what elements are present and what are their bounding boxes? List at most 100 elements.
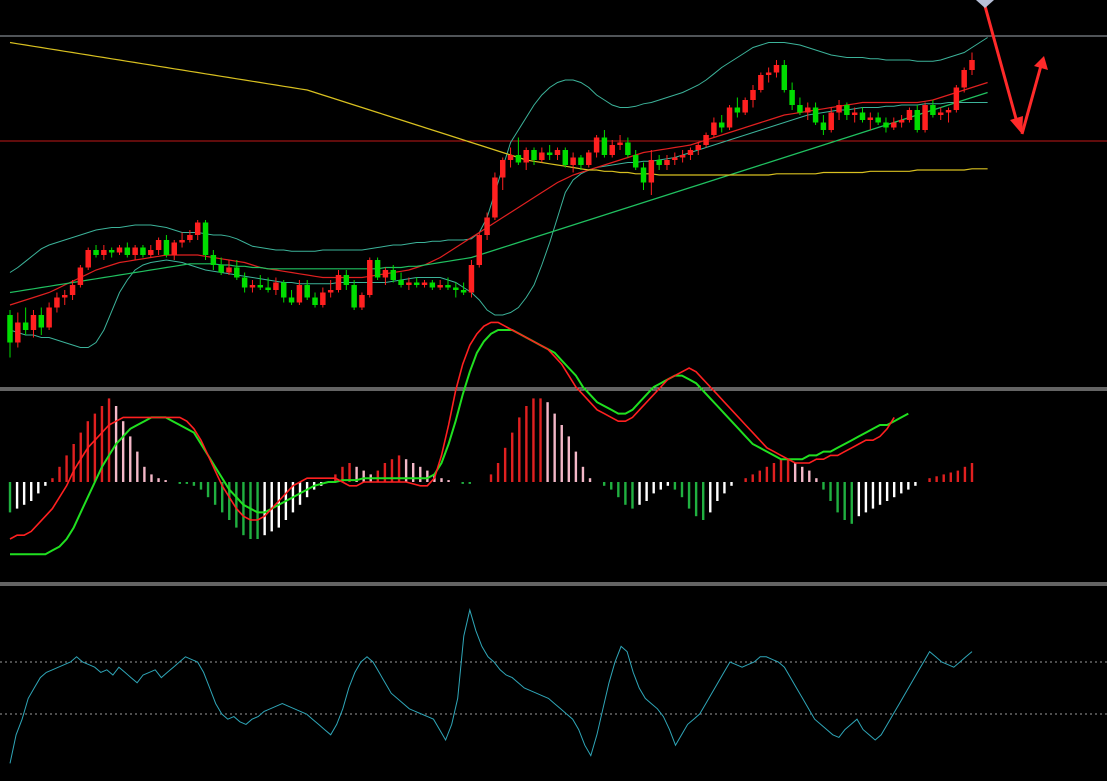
candle-body <box>15 322 21 343</box>
candle-body <box>969 60 975 70</box>
macd-histogram-bar <box>263 482 266 536</box>
candle-body <box>445 285 451 288</box>
candle <box>77 265 84 288</box>
candle-body <box>632 155 639 168</box>
candle-body <box>922 105 928 130</box>
candle-body <box>460 290 467 293</box>
macd-histogram-bar <box>376 470 380 482</box>
candle-body <box>374 260 381 278</box>
macd-histogram-bar <box>779 459 783 482</box>
macd-histogram-bar <box>440 478 443 482</box>
candle-body <box>62 295 68 298</box>
candle-body <box>586 152 592 165</box>
macd-histogram-bar <box>213 482 217 505</box>
candle-body <box>492 177 498 218</box>
candle-body <box>249 285 256 288</box>
candle-body <box>320 292 326 305</box>
candle-body <box>515 155 522 163</box>
candle-body <box>22 322 29 330</box>
candle-body <box>382 270 389 278</box>
candle-body <box>805 107 811 113</box>
trading-chart <box>0 0 1107 781</box>
candle-body <box>234 267 240 278</box>
candle-body <box>421 282 428 285</box>
candle-body <box>93 250 99 255</box>
candle-body <box>343 275 350 285</box>
macd-histogram-bar <box>185 482 189 484</box>
candle-body <box>398 280 404 285</box>
macd-histogram-bar <box>37 482 40 494</box>
candle-body <box>257 285 264 288</box>
candle-body <box>85 250 91 268</box>
candle-body <box>288 297 295 303</box>
macd-histogram-bar <box>129 436 132 482</box>
candle-body <box>476 235 483 265</box>
macd-histogram-bar <box>461 482 464 484</box>
macd-histogram-bar <box>914 482 917 486</box>
macd-histogram-bar <box>751 474 754 482</box>
candle-body <box>758 75 764 90</box>
candle-body <box>327 290 334 293</box>
macd-histogram-bar <box>30 482 33 501</box>
candle-body <box>937 112 944 115</box>
macd-histogram-bar <box>86 421 90 482</box>
candle-body <box>108 250 115 253</box>
candle-body <box>820 122 827 130</box>
macd-histogram-bar <box>206 482 210 498</box>
candle <box>726 105 733 130</box>
macd-histogram-bar <box>765 466 769 482</box>
candle-body <box>679 155 686 158</box>
candle-body <box>859 112 866 120</box>
candle-body <box>844 105 850 115</box>
macd-histogram-bar <box>829 482 832 501</box>
macd-histogram-bar <box>871 482 875 509</box>
candle-body <box>296 285 303 303</box>
candle <box>922 102 928 133</box>
macd-histogram-bar <box>8 482 12 513</box>
candle-body <box>484 217 490 235</box>
candle-body <box>593 137 600 153</box>
candle-body <box>726 107 733 128</box>
candle-body <box>281 282 287 298</box>
candle-body <box>961 70 967 88</box>
candle-body <box>703 135 709 145</box>
candle-body <box>891 122 897 128</box>
macd-histogram-bar <box>716 482 719 501</box>
macd-histogram-bar <box>157 478 160 482</box>
candle-body <box>335 275 342 290</box>
macd-histogram-bar <box>242 482 245 536</box>
macd-histogram-bar <box>610 482 613 490</box>
macd-histogram-bar <box>546 402 549 482</box>
candle <box>953 85 960 113</box>
macd-histogram-bar <box>935 476 938 482</box>
macd-histogram-bar <box>666 482 670 486</box>
macd-histogram-bar <box>65 455 68 482</box>
macd-histogram-bar <box>602 482 606 486</box>
macd-histogram-bar <box>249 482 252 539</box>
macd-histogram-bar <box>447 480 450 482</box>
macd-histogram-bar <box>419 466 422 482</box>
candle-body <box>101 250 107 255</box>
candle-body <box>179 240 185 243</box>
candle-body <box>7 315 13 343</box>
macd-histogram-bar <box>567 436 571 482</box>
macd-histogram-bar <box>645 482 648 501</box>
macd-histogram-bar <box>949 472 952 482</box>
candle-body <box>640 167 647 183</box>
macd-histogram-bar <box>836 482 839 513</box>
macd-histogram-bar <box>963 466 967 482</box>
candle-body <box>562 150 569 165</box>
candle-body <box>539 152 545 160</box>
candle-body <box>226 267 232 273</box>
macd-histogram-bar <box>532 398 535 482</box>
macd-histogram-bar <box>892 482 896 498</box>
candle-body <box>304 285 310 298</box>
candle-body <box>883 122 889 128</box>
chart-canvas[interactable] <box>0 0 1107 781</box>
candle-body <box>906 110 913 120</box>
macd-histogram-bar <box>758 470 761 482</box>
macd-histogram-bar <box>885 482 889 501</box>
candle-body <box>836 105 842 113</box>
macd-histogram-bar <box>638 482 641 505</box>
candle-body <box>163 240 170 255</box>
